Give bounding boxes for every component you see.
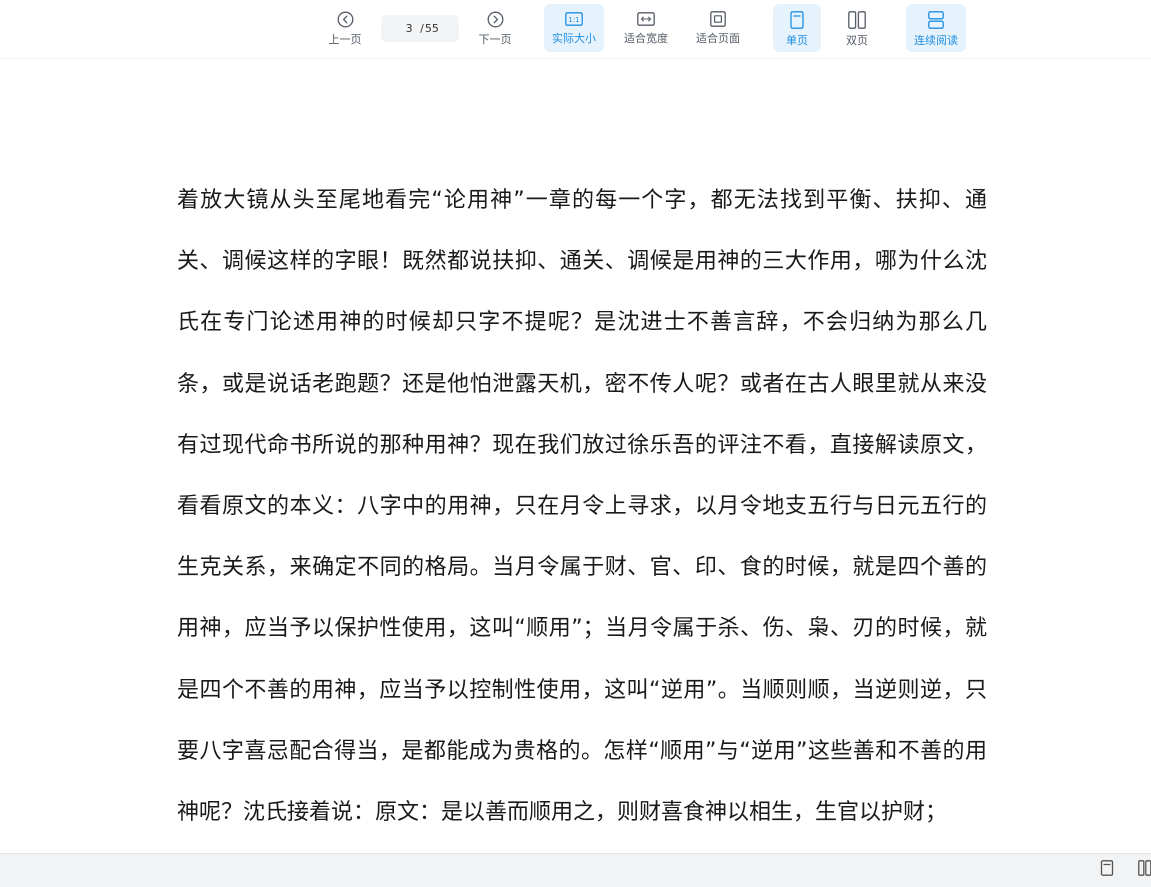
fit-page-label: 适合页面 [696,32,740,45]
double-page-icon [848,11,866,29]
fit-width-icon [637,11,655,27]
chevron-right-circle-icon [487,11,504,28]
double-page-label: 双页 [846,34,868,47]
continuous-read-button[interactable]: 连续阅读 [906,4,966,52]
page-separator: / [420,22,424,35]
double-page-icon[interactable] [1138,860,1151,880]
reader-toolbar: 上一页 / 55 下一页 1:1 实际大小 适合宽度 适合页面 单页 [0,0,1151,58]
document-viewport[interactable]: 着放大镜从头至尾地看完“论用神”一章的每一个字，都无法找到平衡、扶抑、通关、调候… [0,59,1151,853]
actual-size-icon: 1:1 [565,11,583,27]
single-page-button[interactable]: 单页 [773,4,821,52]
fit-width-button[interactable]: 适合宽度 [616,4,676,52]
single-page-icon[interactable] [1100,860,1114,880]
prev-page-label: 上一页 [328,33,362,46]
continuous-read-icon [927,11,945,29]
next-page-label: 下一页 [478,33,512,46]
svg-text:1:1: 1:1 [568,16,579,24]
status-bar [0,853,1151,887]
continuous-read-label: 连续阅读 [914,34,958,47]
fit-page-icon [709,11,727,27]
chevron-left-circle-icon [337,11,354,28]
actual-size-button[interactable]: 1:1 实际大小 [544,4,604,52]
actual-size-label: 实际大小 [552,32,596,45]
page-indicator: / 55 [381,15,459,42]
single-page-label: 单页 [786,34,808,47]
single-page-icon [789,11,805,29]
fit-width-label: 适合宽度 [624,32,668,45]
total-pages: 55 [424,22,439,35]
current-page-input[interactable] [401,22,418,35]
document-body-text: 着放大镜从头至尾地看完“论用神”一章的每一个字，都无法找到平衡、扶抑、通关、调候… [177,188,987,826]
fit-page-button[interactable]: 适合页面 [688,4,748,52]
double-page-button[interactable]: 双页 [833,4,881,52]
prev-page-button[interactable]: 上一页 [322,4,368,52]
next-page-button[interactable]: 下一页 [472,4,518,52]
